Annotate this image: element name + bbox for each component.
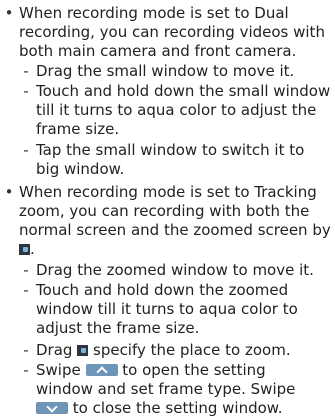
section2-item4-swipe: Swipe [36,361,81,379]
manual-page: • When recording mode is set to Dual rec… [0,0,335,420]
bullet: • [4,183,14,201]
section2-item4-after-down: to close the setting window. [72,399,283,417]
section1-item2-line-2: till it turns to aqua color to adjust th… [36,101,317,119]
section1-intro-line-3: both main camera and front camera. [19,42,297,60]
section2-item4-line-3: to close the setting window. [36,399,282,418]
section1-item3-line-2: big window. [36,160,125,178]
section2-item3: Drag specify the place to zoom. [36,341,291,360]
dash: - [23,141,29,159]
section2-intro-line-4: . [19,240,35,259]
dash: - [23,341,29,359]
section2-item4-after-up: to open the setting [122,361,266,379]
section2-item3-before: Drag [36,341,73,359]
section2-item2-line-1: Touch and hold down the zoomed [36,281,289,299]
dash: - [23,281,29,299]
section2-item3-after: specify the place to zoom. [93,341,291,359]
tracking-zoom-marker-icon [19,244,30,255]
chevron-up-button-icon [85,364,118,376]
section2-item2-line-3: adjust the frame size. [36,319,200,337]
section1-item3-line-1: Tap the small window to switch it to [36,141,305,159]
section2-item4-line-1: Swipe to open the setting [36,361,266,380]
section1-item2-line-3: frame size. [36,120,120,138]
section2-item4-line-2: window and set frame type. Swipe [36,380,296,398]
dash: - [23,361,29,379]
bullet: • [4,4,14,22]
section2-intro-line-2: zoom, you can recording with both the [19,202,310,220]
section1-intro-line-1: When recording mode is set to Dual [19,4,289,22]
chevron-down-button-icon [36,402,68,414]
section1-item1: Drag the small window to move it. [36,62,295,80]
section2-intro-line-3: normal screen and the zoomed screen by [19,221,331,239]
dash: - [23,82,29,100]
section1-intro-line-2: recording, you can recording videos with [19,23,325,41]
dash: - [23,62,29,80]
section2-item2-line-2: window till it turns to aqua color to [36,300,298,318]
section2-intro-line-1: When recording mode is set to Tracking [19,183,317,201]
dash: - [23,261,29,279]
section2-intro-period: . [30,240,35,258]
section2-item1: Drag the zoomed window to move it. [36,261,314,279]
tracking-zoom-marker-icon [77,345,89,356]
section1-item2-line-1: Touch and hold down the small window [36,82,331,100]
